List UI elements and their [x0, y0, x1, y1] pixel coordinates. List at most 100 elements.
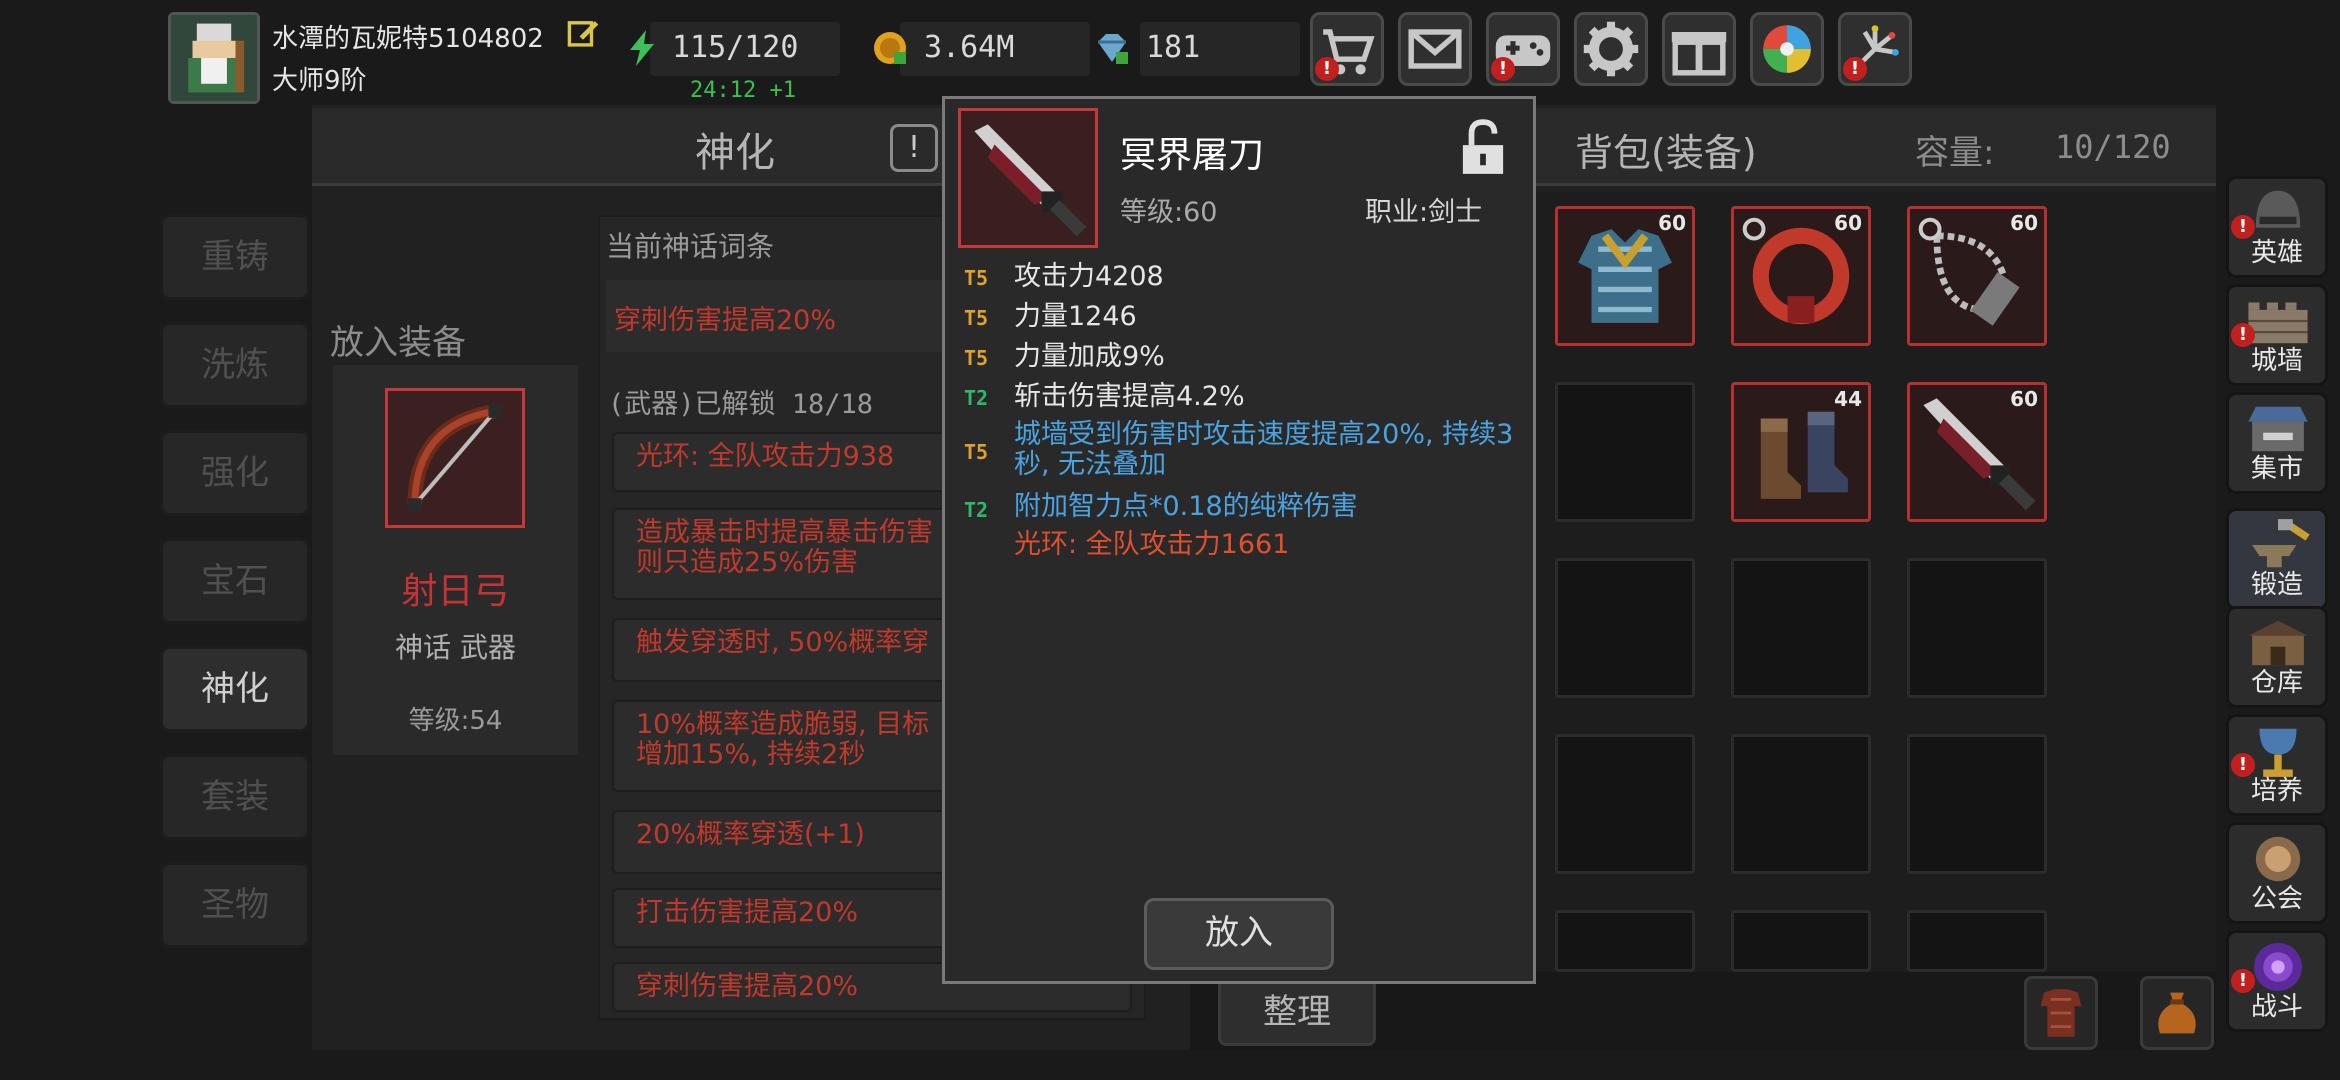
shop-alert: ! [1315, 57, 1339, 81]
armor-filter-button[interactable] [2024, 976, 2098, 1050]
stat-line: 力量1246 [1014, 301, 1137, 332]
settings-icon [1583, 21, 1639, 77]
settings-button[interactable] [1574, 12, 1648, 86]
bag-slot-empty[interactable] [1731, 734, 1871, 874]
bag-item-necklace[interactable]: 60 [1907, 206, 2047, 346]
netherworld-blade-icon [974, 124, 1087, 237]
player-name: 水潭的瓦妮特5104802 [272, 24, 544, 54]
tooltip-item-class: 职业:剑士 [1365, 197, 1483, 228]
item-level: 60 [1658, 211, 1686, 235]
sun-bow-icon [407, 403, 502, 512]
menu-refine[interactable]: 洗炼 [160, 322, 310, 408]
edit-name-icon[interactable] [566, 16, 600, 50]
nav-market-label: 集市 [2250, 454, 2303, 484]
stat-tier: T2 [964, 386, 989, 410]
bag-slot-empty[interactable] [1907, 734, 2047, 874]
tooltip-item-level: 等级:60 [1120, 197, 1218, 228]
unlock-icon[interactable] [1460, 118, 1506, 178]
nav-forge[interactable]: 锻造 [2226, 508, 2328, 610]
loot-bag-button[interactable] [2140, 976, 2214, 1050]
menu-gem[interactable]: 宝石 [160, 538, 310, 624]
stat-tier: T2 [964, 498, 989, 522]
nav-hero[interactable]: ! 英雄 [2226, 176, 2328, 278]
bag-title: 背包(装备) [1575, 131, 1757, 175]
put-in-button[interactable]: 放入 [1144, 898, 1334, 970]
info-button[interactable]: ! [890, 124, 938, 172]
gift-button[interactable] [1662, 12, 1736, 86]
bag-slot-empty[interactable] [1731, 910, 1871, 972]
stat-tier: T5 [964, 346, 989, 370]
nav-guild[interactable]: 公会 [2226, 822, 2328, 924]
stat-line: 光环: 全队攻击力1661 [1014, 529, 1290, 560]
stat-tier: T5 [964, 440, 989, 464]
mail-button[interactable] [1398, 12, 1472, 86]
stamina-timer: 24:12 +1 [690, 78, 796, 103]
nav-battle[interactable]: ! 战斗 [2226, 930, 2328, 1032]
unlock-count: (武器)已解锁 18/18 [608, 389, 874, 420]
nav-cultivate-label: 培养 [2250, 776, 2303, 806]
bag-slot-empty[interactable] [1907, 910, 2047, 972]
equipment-level: 等级:54 [408, 706, 503, 736]
menu-set[interactable]: 套装 [160, 754, 310, 840]
bag-slot-empty[interactable] [1555, 558, 1695, 698]
minigame-button[interactable]: ! [1486, 12, 1560, 86]
bag-slot-empty[interactable] [1555, 910, 1695, 972]
minigame-alert: ! [1491, 57, 1515, 81]
bag-slot-empty[interactable] [1731, 558, 1871, 698]
nav-market[interactable]: 集市 [2226, 392, 2328, 494]
item-level: 60 [1834, 211, 1862, 235]
menu-relic[interactable]: 圣物 [160, 862, 310, 948]
gold-coin-icon [870, 28, 910, 68]
sort-button[interactable]: 整理 [1218, 978, 1376, 1046]
bag-item-chainmail[interactable]: 60 [1555, 206, 1695, 346]
nav-warehouse-label: 仓库 [2250, 668, 2303, 698]
lightning-icon [622, 28, 662, 68]
bag-slot-empty[interactable] [1555, 382, 1695, 522]
gift-icon [1671, 32, 1727, 76]
menu-deify[interactable]: 神化 [160, 646, 310, 732]
stat-line: 攻击力4208 [1014, 261, 1164, 292]
stat-tier: T5 [964, 266, 989, 290]
bag-capacity-label: 容量: [1915, 133, 1995, 173]
stat-line: 斩击伤害提高4.2% [1014, 381, 1245, 412]
menu-recast[interactable]: 重铸 [160, 214, 310, 300]
nav-hero-label: 英雄 [2250, 238, 2303, 268]
gems-value: 181 [1146, 30, 1201, 65]
shop-button[interactable]: ! [1310, 12, 1384, 86]
gem-icon [1092, 28, 1132, 68]
stat-line: 力量加成9% [1014, 341, 1165, 372]
nav-forge-label: 锻造 [2250, 570, 2303, 600]
loot-bag-icon [2158, 992, 2196, 1034]
nav-warehouse[interactable]: 仓库 [2226, 606, 2328, 708]
lucky-wheel-icon [1763, 25, 1811, 73]
nav-wall[interactable]: ! 城墙 [2226, 284, 2328, 386]
equipment-type: 神话 武器 [395, 631, 516, 664]
bag-item-boots[interactable]: 44 [1731, 382, 1871, 522]
stat-line: 城墙受到伤害时攻击速度提高20%, 持续3秒, 无法叠加 [1014, 419, 1514, 480]
tooltip-item-icon [958, 108, 1098, 248]
armor-icon [2040, 989, 2082, 1037]
player-rank: 大师9阶 [272, 66, 367, 96]
current-affix-title: 当前神话词条 [606, 230, 775, 263]
gold-value: 3.64M [924, 30, 1015, 65]
current-affix-text: 穿刺伤害提高20% [614, 305, 837, 336]
lucky-wheel-button[interactable] [1750, 12, 1824, 86]
equipment-slot[interactable] [385, 388, 525, 528]
item-level: 60 [2010, 387, 2038, 411]
nav-wall-label: 城墙 [2250, 346, 2303, 376]
menu-enhance[interactable]: 强化 [160, 430, 310, 516]
stat-line: 附加智力点*0.18的纯粹伤害 [1014, 491, 1358, 522]
bag-slot-empty[interactable] [1907, 558, 2047, 698]
tooltip-item-name: 冥界屠刀 [1120, 135, 1265, 176]
player-avatar[interactable] [168, 12, 260, 104]
bag-item-blade[interactable]: 60 [1907, 382, 2047, 522]
item-level: 60 [2010, 211, 2038, 235]
nav-battle-label: 战斗 [2250, 992, 2303, 1022]
place-equipment-label: 放入装备 [330, 323, 466, 363]
bag-slot-empty[interactable] [1555, 734, 1695, 874]
nav-cultivate[interactable]: ! 培养 [2226, 714, 2328, 816]
bag-item-amulet[interactable]: 60 [1731, 206, 1871, 346]
equipment-name: 射日弓 [401, 571, 510, 612]
nav-guild-label: 公会 [2250, 884, 2303, 914]
event-button[interactable]: ! [1838, 12, 1912, 86]
